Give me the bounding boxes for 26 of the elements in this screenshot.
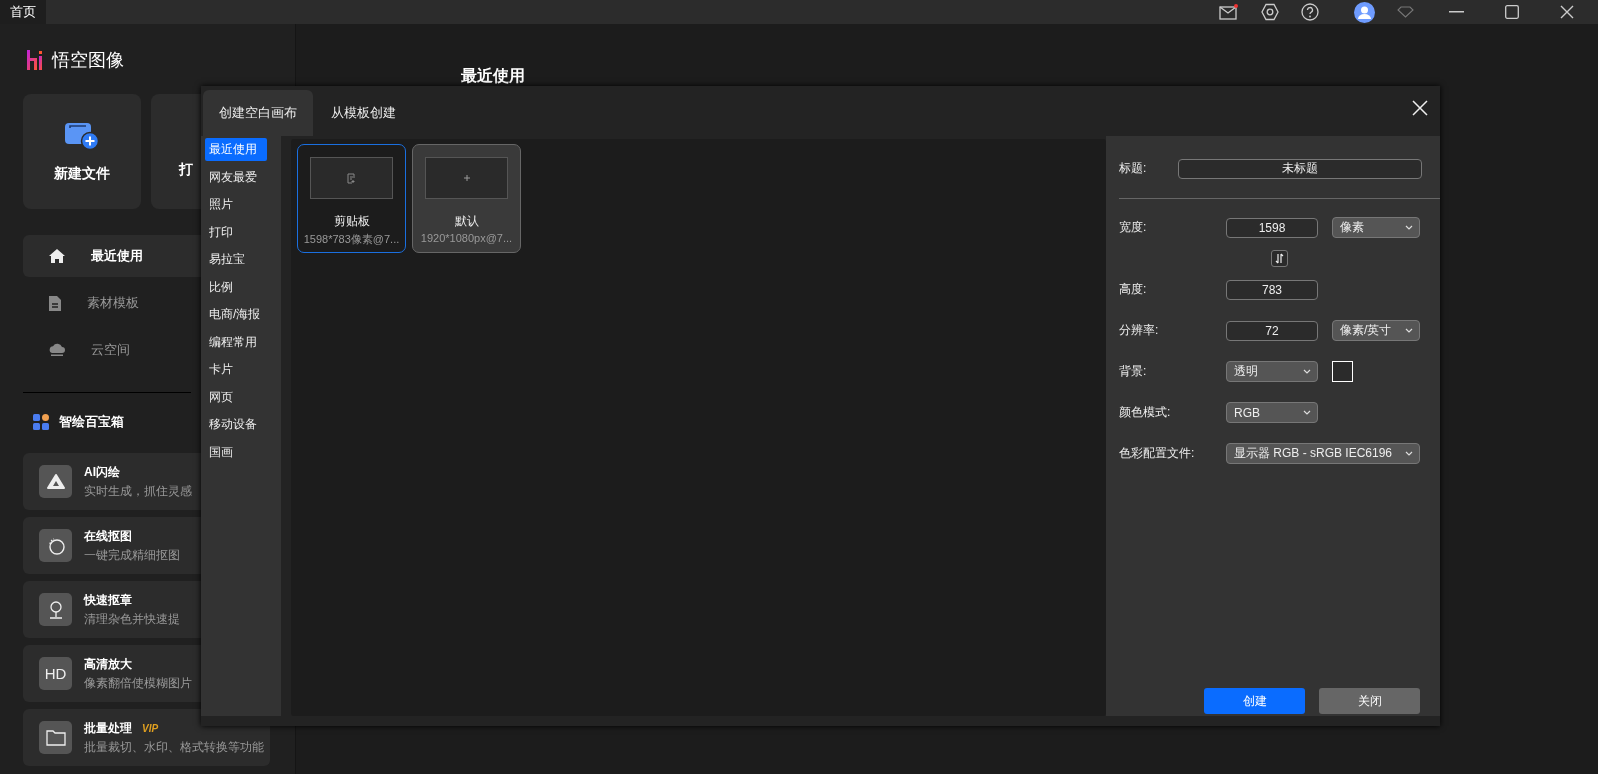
field-label: 颜色模式: bbox=[1119, 404, 1172, 421]
hd-icon: HD bbox=[39, 657, 72, 690]
app-name: 悟空图像 bbox=[52, 49, 124, 72]
field-label: 高度: bbox=[1119, 281, 1148, 298]
field-label: 标题: bbox=[1119, 160, 1148, 177]
tool-description: 批量裁切、水印、格式转换等功能 bbox=[84, 738, 264, 756]
tool-title: 批量处理 bbox=[84, 719, 132, 737]
tool-description: 清理杂色并快速提 bbox=[84, 610, 180, 628]
tool-title: 在线抠图 bbox=[84, 527, 132, 545]
field-label: 背景: bbox=[1119, 363, 1148, 380]
preset-name: 默认 bbox=[454, 213, 479, 230]
field-label: 分辨率: bbox=[1119, 322, 1160, 339]
vip-label: VIP bbox=[142, 722, 159, 734]
section-heading: 最近使用 bbox=[461, 67, 525, 84]
field-label: 宽度: bbox=[1119, 219, 1148, 236]
tool-title: 快速抠章 bbox=[84, 591, 132, 609]
tool-description: 一键完成精细抠图 bbox=[84, 546, 180, 564]
tool-description: 实时生成，抓住灵感 bbox=[84, 482, 192, 500]
tool-title: AI闪绘 bbox=[84, 463, 120, 481]
section-title: 智绘百宝箱 bbox=[59, 413, 124, 431]
tool-description: 像素翻倍使模糊图片 bbox=[84, 674, 192, 692]
tool-title: 高清放大 bbox=[84, 655, 132, 673]
field-label: 色彩配置文件: bbox=[1119, 445, 1196, 462]
preset-name: 剪贴板 bbox=[333, 213, 370, 230]
preset-size: 1598*783像素@7... bbox=[303, 232, 400, 247]
preset-size: 1920*1080px@7... bbox=[420, 232, 513, 244]
